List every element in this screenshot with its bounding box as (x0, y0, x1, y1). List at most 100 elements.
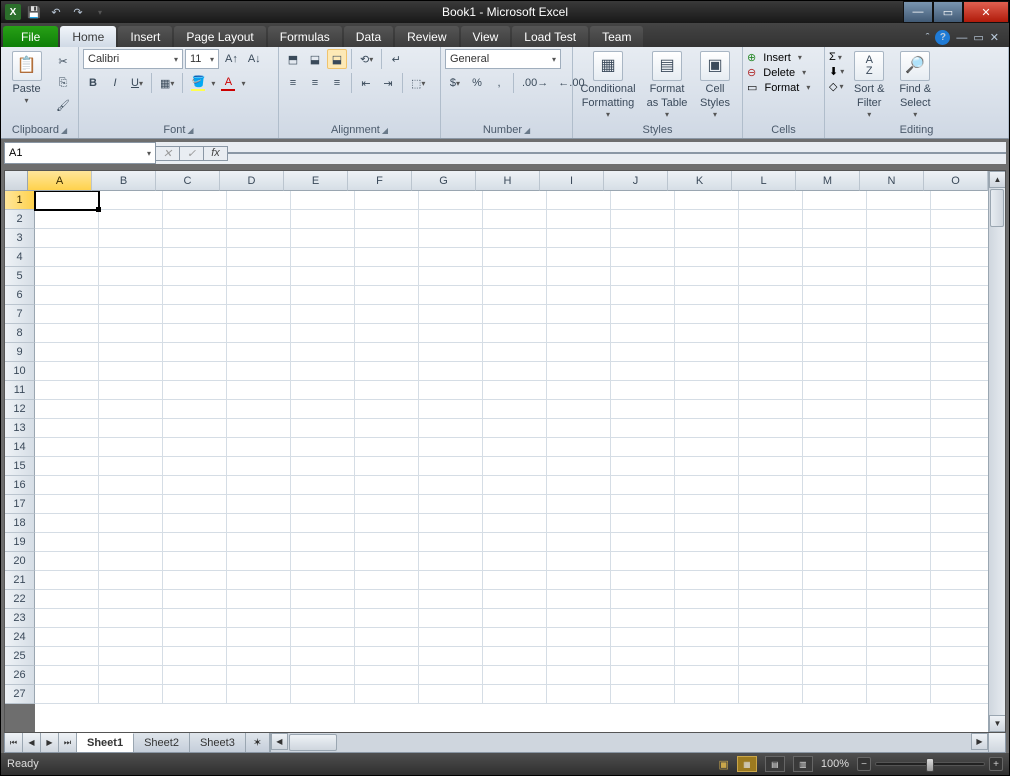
borders-button[interactable]: ▦▾ (156, 73, 178, 93)
cell[interactable] (291, 609, 355, 628)
cell[interactable] (611, 666, 675, 685)
cell[interactable] (99, 590, 163, 609)
cell[interactable] (163, 381, 227, 400)
increase-indent-icon[interactable]: ⇥ (378, 73, 398, 93)
column-header[interactable]: L (732, 171, 796, 191)
cell[interactable] (803, 609, 867, 628)
cell[interactable] (483, 590, 547, 609)
cell[interactable] (867, 666, 931, 685)
row-header[interactable]: 21 (5, 571, 35, 590)
cell[interactable] (99, 552, 163, 571)
format-as-table-button[interactable]: ▤ Formatas Table▾ (643, 49, 691, 120)
cell[interactable] (99, 286, 163, 305)
cell[interactable] (227, 476, 291, 495)
cell[interactable] (739, 590, 803, 609)
cell[interactable] (675, 533, 739, 552)
cell[interactable] (483, 248, 547, 267)
cell[interactable] (419, 609, 483, 628)
cell[interactable] (931, 571, 988, 590)
cell[interactable] (611, 400, 675, 419)
row-header[interactable]: 26 (5, 666, 35, 685)
cell[interactable] (355, 647, 419, 666)
cell[interactable] (611, 362, 675, 381)
cell[interactable] (675, 248, 739, 267)
cell[interactable] (291, 286, 355, 305)
column-header[interactable]: O (924, 171, 988, 191)
row-header[interactable]: 24 (5, 628, 35, 647)
cell[interactable] (547, 343, 611, 362)
cell[interactable] (35, 647, 99, 666)
dialog-launcher-icon[interactable]: ◢ (187, 126, 193, 135)
cell[interactable] (611, 381, 675, 400)
cell[interactable] (931, 267, 988, 286)
cell[interactable] (739, 685, 803, 704)
scroll-thumb[interactable] (289, 734, 337, 751)
cell[interactable] (547, 533, 611, 552)
cell[interactable] (867, 457, 931, 476)
window-restore-icon[interactable]: ▭ (973, 31, 983, 44)
orientation-icon[interactable]: ⟲▾ (356, 49, 377, 69)
row-header[interactable]: 25 (5, 647, 35, 666)
cell[interactable] (355, 571, 419, 590)
cell[interactable] (739, 381, 803, 400)
cell[interactable] (931, 590, 988, 609)
cell[interactable] (355, 400, 419, 419)
cell[interactable] (419, 305, 483, 324)
cell[interactable] (803, 457, 867, 476)
paste-button[interactable]: 📋 Paste ▾ (5, 49, 48, 106)
cell[interactable] (163, 210, 227, 229)
cell[interactable] (227, 571, 291, 590)
cell[interactable] (355, 514, 419, 533)
sort-filter-button[interactable]: AZ Sort &Filter▾ (848, 49, 890, 120)
cell[interactable] (483, 419, 547, 438)
cell[interactable] (355, 381, 419, 400)
tab-file[interactable]: File (3, 26, 58, 47)
cell[interactable] (99, 210, 163, 229)
cell[interactable] (419, 343, 483, 362)
cell[interactable] (739, 419, 803, 438)
new-sheet-icon[interactable]: ✶ (246, 733, 270, 752)
cell[interactable] (803, 514, 867, 533)
cell[interactable] (803, 267, 867, 286)
close-button[interactable]: ✕ (963, 1, 1009, 23)
window-close-icon[interactable]: ✕ (990, 31, 999, 44)
insert-function-icon[interactable]: fx (204, 146, 228, 161)
cell[interactable] (355, 362, 419, 381)
tab-load-test[interactable]: Load Test (512, 26, 588, 47)
cell[interactable] (99, 267, 163, 286)
font-color-button[interactable]: A (217, 73, 239, 93)
cell[interactable] (739, 362, 803, 381)
tab-data[interactable]: Data (344, 26, 393, 47)
cell[interactable] (675, 419, 739, 438)
cell[interactable] (291, 400, 355, 419)
cell[interactable] (355, 590, 419, 609)
dialog-launcher-icon[interactable]: ◢ (524, 126, 530, 135)
tab-view[interactable]: View (461, 26, 511, 47)
cell[interactable] (163, 457, 227, 476)
cell[interactable] (163, 609, 227, 628)
row-header[interactable]: 18 (5, 514, 35, 533)
cell[interactable] (803, 438, 867, 457)
cell[interactable] (419, 647, 483, 666)
cell[interactable] (35, 609, 99, 628)
macro-record-icon[interactable]: ▣ (718, 758, 728, 771)
row-header[interactable]: 20 (5, 552, 35, 571)
cell[interactable] (675, 666, 739, 685)
cell[interactable] (867, 533, 931, 552)
cell[interactable] (99, 647, 163, 666)
cell[interactable] (355, 495, 419, 514)
cell[interactable] (611, 514, 675, 533)
cell[interactable] (931, 381, 988, 400)
cell[interactable] (483, 514, 547, 533)
cell[interactable] (419, 438, 483, 457)
cell[interactable] (867, 324, 931, 343)
cell[interactable] (99, 514, 163, 533)
cell[interactable] (35, 495, 99, 514)
cell[interactable] (931, 476, 988, 495)
cell[interactable] (163, 438, 227, 457)
column-header[interactable]: F (348, 171, 412, 191)
cell[interactable] (355, 685, 419, 704)
cell[interactable] (163, 533, 227, 552)
cell[interactable] (675, 191, 739, 210)
underline-button[interactable]: U▾ (127, 73, 147, 93)
